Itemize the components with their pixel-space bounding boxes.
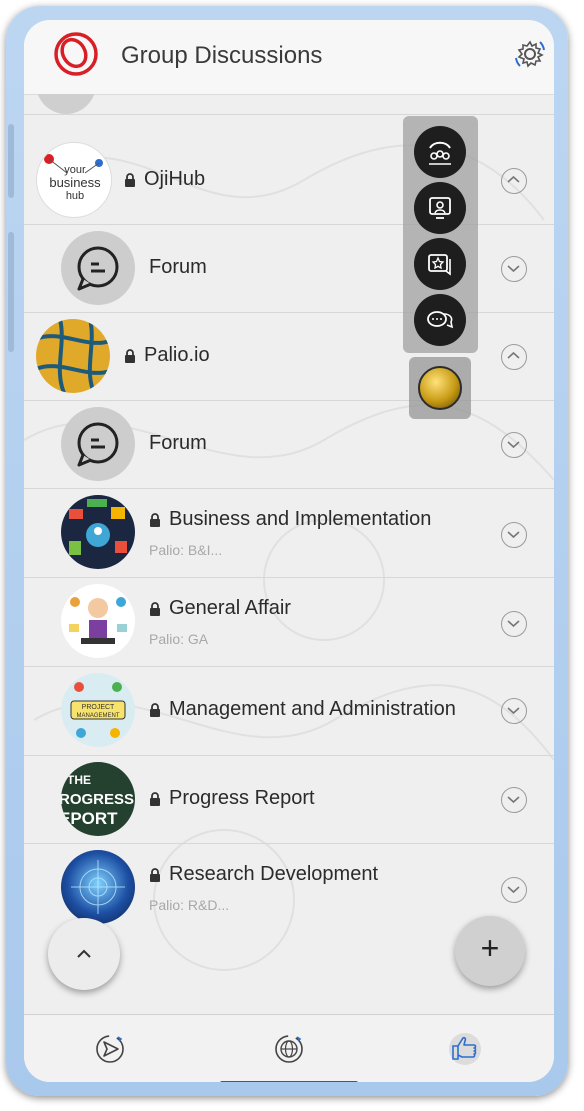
row-title-container: Research Development (149, 863, 378, 886)
scroll-up-button[interactable] (48, 918, 120, 990)
video-call-icon[interactable] (414, 182, 466, 234)
project-management-image: PROJECT MANAGEMENT (70, 682, 126, 738)
svg-text:EPORT: EPORT (61, 809, 118, 828)
palio-floating-button-container (409, 357, 471, 419)
quick-action-menu (403, 116, 478, 353)
thumbs-up-icon[interactable] (447, 1031, 483, 1067)
pr-avatar: THE ROGRESS EPORT (61, 762, 135, 836)
svg-text:THE: THE (67, 773, 91, 787)
side-button (8, 232, 14, 352)
busy-worker-image (69, 597, 127, 644)
chevron-up-icon[interactable] (501, 168, 527, 194)
page-title: Group Discussions (121, 42, 323, 69)
globe-icon[interactable] (271, 1031, 307, 1067)
contact-center-icon[interactable] (414, 126, 466, 178)
list-item-forum[interactable]: Forum (24, 400, 554, 489)
app-screen: Group Discussions your business hub OjiH… (24, 20, 554, 1082)
chevron-down-icon[interactable] (501, 698, 527, 724)
group-subtitle: Palio: GA (149, 631, 209, 647)
group-title: Forum (149, 432, 207, 454)
rd-avatar (61, 850, 135, 924)
palio-gold-ball-icon[interactable] (418, 366, 462, 410)
chevron-down-icon[interactable] (501, 877, 527, 903)
forum-avatar (61, 407, 135, 481)
group-title: Palio.io (144, 344, 210, 366)
starred-chat-icon[interactable] (414, 238, 466, 290)
add-group-button[interactable]: + (455, 916, 525, 986)
row-title-container: Management and Administration (149, 698, 456, 721)
business-icons-image (69, 499, 127, 555)
palio-avatar (36, 319, 110, 393)
ga-avatar (61, 584, 135, 658)
svg-text:business: business (49, 175, 101, 190)
progress-report-image: THE ROGRESS EPORT (61, 773, 134, 828)
chat-bubble-icon (77, 422, 119, 467)
send-icon[interactable] (92, 1031, 128, 1067)
row-title-container: Progress Report (149, 787, 315, 810)
lock-icon (150, 601, 160, 616)
digital-brain-image (71, 860, 125, 914)
chat-bubble-icon (77, 246, 119, 291)
group-title: OjiHub (144, 168, 206, 190)
your-business-hub-logo: your business hub (44, 154, 103, 202)
chevron-down-icon[interactable] (501, 432, 527, 458)
group-title: Progress Report (169, 787, 315, 809)
svg-text:PROJECT: PROJECT (82, 704, 115, 711)
bottom-navigation (24, 1014, 554, 1082)
list-item-business-implementation[interactable]: Business and Implementation Palio: B&I..… (24, 488, 554, 578)
list-item-progress-report[interactable]: THE ROGRESS EPORT Progress Report (24, 755, 554, 844)
row-title-container: Palio.io (124, 344, 210, 367)
list-item[interactable] (24, 94, 554, 115)
row-title-container: Business and Implementation (149, 508, 431, 531)
svg-text:hub: hub (66, 190, 84, 202)
chevron-up-icon[interactable] (501, 344, 527, 370)
chevron-down-icon[interactable] (501, 522, 527, 548)
svg-text:MANAGEMENT: MANAGEMENT (76, 713, 119, 719)
settings-gear-icon[interactable] (514, 38, 546, 70)
app-header: Group Discussions (24, 20, 554, 95)
side-button (8, 124, 14, 198)
group-title: Research Development (169, 863, 378, 885)
avatar (36, 94, 96, 114)
group-subtitle: Palio: B&I... (149, 542, 223, 558)
chevron-down-icon[interactable] (501, 256, 527, 282)
group-title: General Affair (169, 597, 291, 619)
svg-text:ROGRESS: ROGRESS (61, 791, 134, 808)
chat-bubbles-icon[interactable] (414, 294, 466, 346)
bi-avatar (61, 495, 135, 569)
brand-logo-icon[interactable] (52, 30, 100, 78)
group-title: Forum (149, 256, 207, 278)
row-title-container: General Affair (149, 597, 291, 620)
lock-icon (125, 172, 135, 187)
lock-icon (150, 791, 160, 806)
group-subtitle: Palio: R&D... (149, 897, 230, 913)
list-item-management-administration[interactable]: PROJECT MANAGEMENT Management and Admini… (24, 666, 554, 756)
plus-icon: + (480, 930, 500, 966)
lock-icon (150, 702, 160, 717)
group-title: Business and Implementation (169, 508, 432, 530)
palio-ball-image (36, 319, 110, 393)
chevron-down-icon[interactable] (501, 611, 527, 637)
ojihub-avatar: your business hub (36, 142, 112, 218)
group-title: Management and Administration (169, 698, 456, 720)
lock-icon (150, 867, 160, 882)
forum-avatar (61, 231, 135, 305)
row-title-container: OjiHub (124, 168, 205, 191)
ma-avatar: PROJECT MANAGEMENT (61, 673, 135, 747)
list-item-general-affair[interactable]: General Affair Palio: GA (24, 577, 554, 667)
chevron-up-icon (77, 949, 91, 958)
lock-icon (125, 348, 135, 363)
chevron-down-icon[interactable] (501, 787, 527, 813)
home-indicator[interactable] (220, 1081, 358, 1082)
lock-icon (150, 512, 160, 527)
